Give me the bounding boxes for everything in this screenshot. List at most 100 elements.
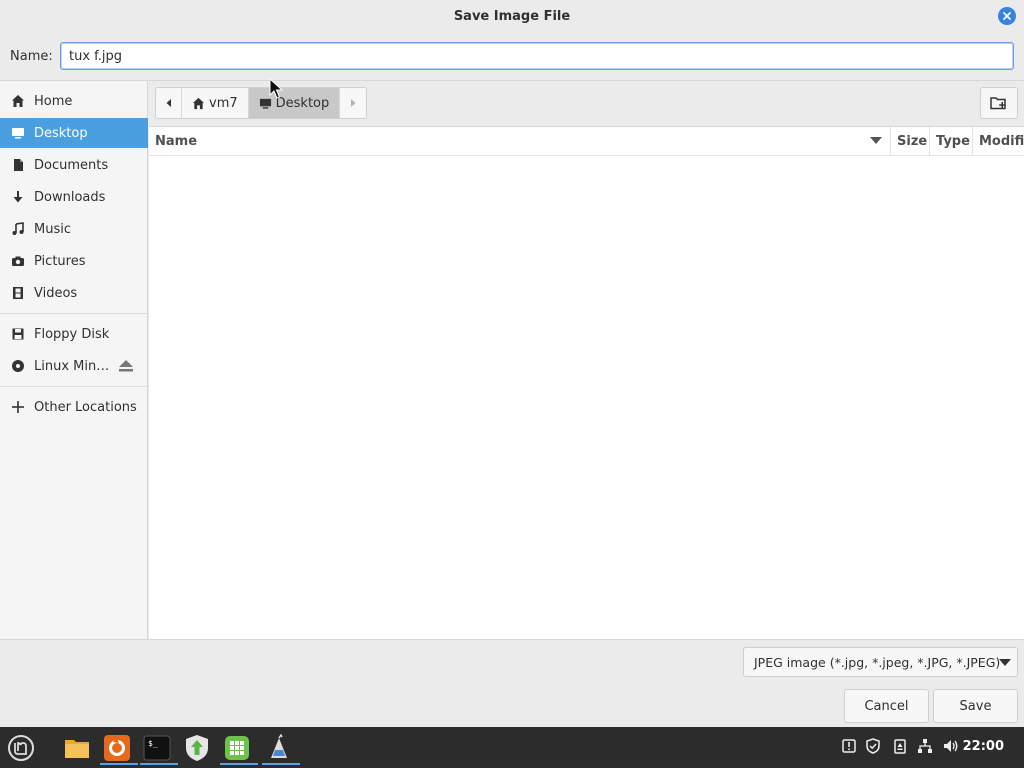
sidebar-item-home[interactable]: Home xyxy=(0,86,148,116)
sidebar-item-documents[interactable]: Documents xyxy=(0,150,148,180)
home-icon xyxy=(192,97,205,109)
path-forward-button[interactable] xyxy=(340,88,366,118)
files-icon xyxy=(65,740,89,758)
title-bar: Save Image File xyxy=(0,0,1024,32)
chevron-left-icon xyxy=(166,99,171,107)
close-icon xyxy=(1003,12,1011,20)
tray-network[interactable] xyxy=(916,737,934,755)
tray-clipboard[interactable] xyxy=(891,737,909,755)
sidebar-item-videos[interactable]: Videos xyxy=(0,278,148,308)
chevron-right-icon xyxy=(351,99,356,107)
plus-icon xyxy=(10,399,26,415)
sidebar-item-label: Music xyxy=(34,221,71,237)
desktop-icon xyxy=(10,125,26,141)
column-name[interactable]: Name xyxy=(149,127,891,156)
eject-icon[interactable] xyxy=(118,359,134,373)
notification-icon xyxy=(842,739,856,753)
dialog-title: Save Image File xyxy=(453,8,571,24)
name-row: Name: xyxy=(0,40,1024,72)
sidebar-item-label: Desktop xyxy=(34,125,88,141)
sidebar-item-floppy[interactable]: Floppy Disk xyxy=(0,319,148,349)
sidebar-item-music[interactable]: Music xyxy=(0,214,148,244)
new-folder-button[interactable] xyxy=(980,87,1018,119)
sidebar-item-pictures[interactable]: Pictures xyxy=(0,246,148,276)
sidebar-item-label: Linux Min… xyxy=(34,358,110,374)
active-indicator xyxy=(262,763,300,765)
sidebar-separator xyxy=(0,386,148,387)
sidebar-item-other-locations[interactable]: Other Locations xyxy=(0,392,148,422)
file-browser: vm7 Desktop Name Size Type Modifi xyxy=(149,80,1024,639)
column-label: Size xyxy=(897,134,928,149)
taskbar-firefox[interactable] xyxy=(100,731,138,765)
clock[interactable]: 22:00 xyxy=(963,739,1004,754)
taskbar-calculator[interactable] xyxy=(220,731,258,765)
mint-menu-icon xyxy=(8,735,34,761)
sort-down-icon xyxy=(870,137,882,144)
calculator-icon xyxy=(225,736,249,760)
active-indicator xyxy=(220,763,258,765)
path-segment-label: vm7 xyxy=(209,95,238,111)
svg-text:$_: $_ xyxy=(148,739,158,748)
file-type-filter[interactable]: JPEG image (*.jpg, *.jpeg, *.JPG, *.JPEG… xyxy=(743,647,1018,677)
file-list-header: Name Size Type Modified xyxy=(149,127,1024,156)
close-button[interactable] xyxy=(998,7,1016,25)
home-icon xyxy=(10,93,26,109)
taskbar-terminal[interactable]: $_ xyxy=(140,731,178,765)
tray-volume[interactable] xyxy=(942,737,960,755)
image-editor-icon xyxy=(271,734,287,758)
sidebar-item-downloads[interactable]: Downloads xyxy=(0,182,148,212)
sidebar-separator xyxy=(0,313,148,314)
disc-icon xyxy=(10,358,26,374)
mouse-pointer-icon xyxy=(269,78,284,99)
column-type[interactable]: Type xyxy=(930,127,973,156)
taskbar-update-manager[interactable] xyxy=(180,731,214,765)
path-segment-home[interactable]: vm7 xyxy=(182,88,249,118)
column-label: Name xyxy=(155,134,198,149)
column-modified[interactable]: Modified xyxy=(973,127,1024,156)
update-manager-icon xyxy=(186,735,208,761)
taskbar-image-editor[interactable] xyxy=(262,731,300,765)
column-label: Modified xyxy=(979,134,1024,149)
new-folder-icon xyxy=(990,97,1006,110)
breadcrumb: vm7 Desktop xyxy=(155,87,368,119)
active-indicator xyxy=(140,763,178,765)
documents-icon xyxy=(10,157,26,173)
cancel-button[interactable]: Cancel xyxy=(844,689,929,723)
taskbar-files[interactable] xyxy=(60,731,94,765)
downloads-icon xyxy=(10,189,26,205)
network-icon xyxy=(918,739,932,753)
sidebar-item-label: Other Locations xyxy=(34,399,137,415)
sidebar-item-label: Floppy Disk xyxy=(34,326,110,342)
dialog-footer: JPEG image (*.jpg, *.jpeg, *.JPG, *.JPEG… xyxy=(0,639,1024,727)
shield-icon xyxy=(866,738,880,754)
save-dialog: Save Image File Name: Home Desktop Docum… xyxy=(0,0,1024,727)
path-segment-desktop[interactable]: Desktop xyxy=(248,88,341,118)
tray-security[interactable] xyxy=(864,737,882,755)
camera-icon xyxy=(10,253,26,269)
taskbar: $_ 22:00 xyxy=(0,727,1024,768)
name-label: Name: xyxy=(10,49,53,64)
clipboard-icon xyxy=(894,739,906,754)
path-back-button[interactable] xyxy=(156,88,182,118)
sidebar-item-label: Downloads xyxy=(34,189,106,205)
filter-selected: JPEG image (*.jpg, *.jpeg, *.JPG, *.JPEG… xyxy=(754,654,1001,670)
column-label: Type xyxy=(936,134,970,149)
save-button[interactable]: Save xyxy=(933,689,1018,723)
mint-menu-button[interactable] xyxy=(4,731,38,765)
sidebar-item-label: Videos xyxy=(34,285,78,301)
active-indicator xyxy=(100,763,138,765)
places-sidebar: Home Desktop Documents Downloads Music P… xyxy=(0,80,148,639)
terminal-icon: $_ xyxy=(143,735,171,761)
sidebar-item-label: Documents xyxy=(34,157,109,173)
sidebar-item-label: Pictures xyxy=(34,253,86,269)
film-icon xyxy=(10,285,26,301)
floppy-icon xyxy=(10,326,26,342)
filename-input[interactable] xyxy=(60,42,1014,70)
music-icon xyxy=(10,221,26,237)
sidebar-item-desktop[interactable]: Desktop xyxy=(0,118,148,148)
tray-notifications[interactable] xyxy=(840,737,858,755)
column-size[interactable]: Size xyxy=(891,127,930,156)
sidebar-item-linux-mint-disc[interactable]: Linux Min… xyxy=(0,351,148,381)
volume-icon xyxy=(944,740,958,752)
sidebar-item-label: Home xyxy=(34,93,73,109)
